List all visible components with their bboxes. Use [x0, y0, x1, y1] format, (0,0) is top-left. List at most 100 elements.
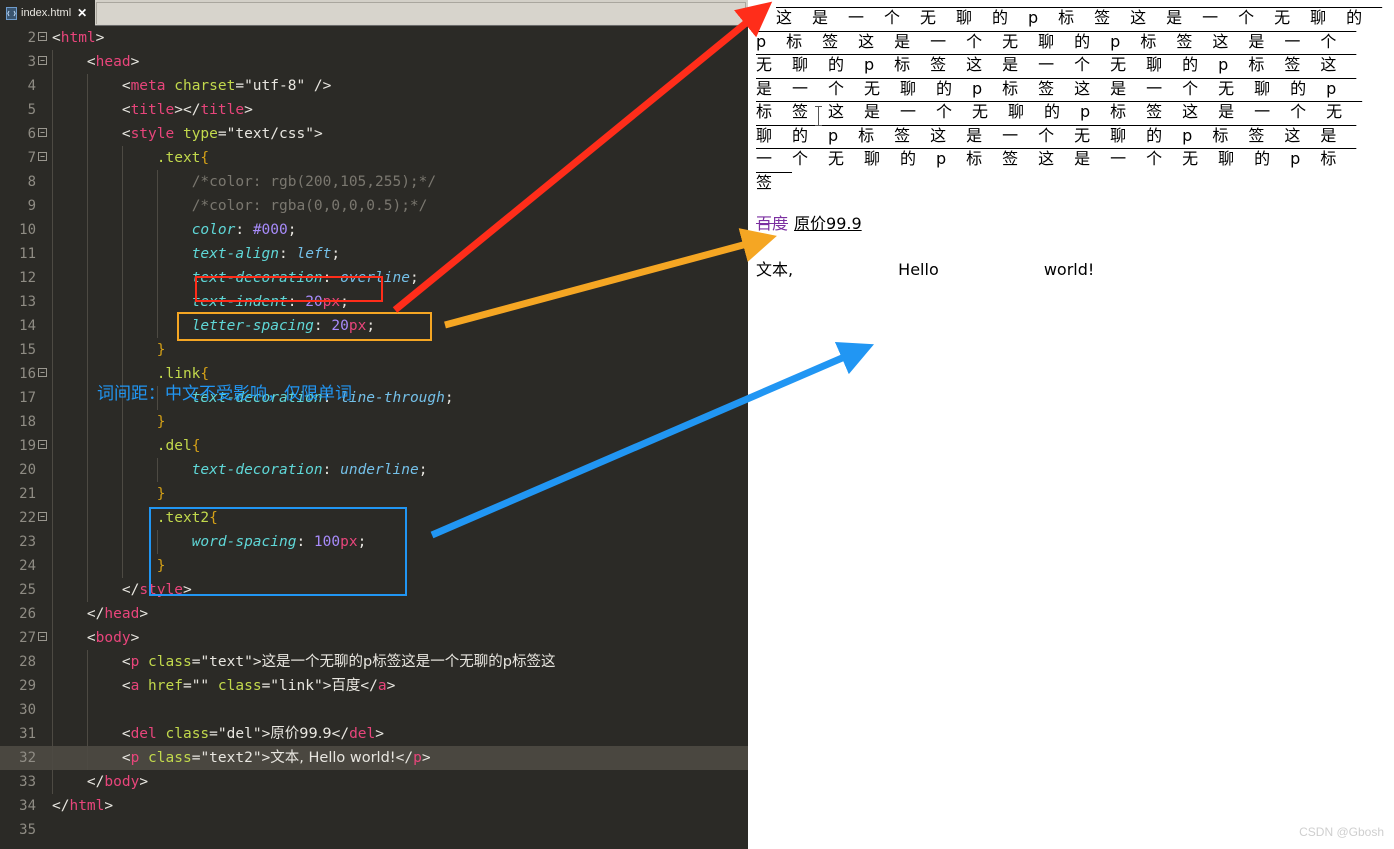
- code-line[interactable]: 29 <a href="" class="link">百度</a>: [0, 674, 748, 698]
- code-line[interactable]: 18 }: [0, 410, 748, 434]
- code-lines-container[interactable]: 2− <html> 3− <head> 4 <meta charset="utf-8"…: [0, 26, 748, 849]
- code-fold-toggle-icon[interactable]: −: [38, 56, 47, 65]
- browser-render-pane: 这是一个无聊的p标签这是一个无聊的p标签这是一个无聊的p标签这是一个无聊的p标签…: [748, 0, 1394, 849]
- line-number: 12: [19, 270, 36, 286]
- code-line[interactable]: 33 </body>: [0, 770, 748, 794]
- code-fold-toggle-icon[interactable]: −: [38, 128, 47, 137]
- code-line[interactable]: 34 </html>: [0, 794, 748, 818]
- line-number: 9: [27, 198, 36, 214]
- code-line[interactable]: 24 }: [0, 554, 748, 578]
- line-number: 33: [19, 774, 36, 790]
- code-line-text: .text2{: [156, 510, 218, 526]
- editor-tab-label: index.html: [21, 6, 72, 19]
- code-line-text: </head>: [86, 606, 149, 622]
- code-fold-toggle-icon[interactable]: −: [38, 368, 47, 377]
- line-number: 5: [27, 102, 36, 118]
- rendered-link-baidu[interactable]: 百度: [756, 214, 788, 233]
- code-line[interactable]: 3− <head>: [0, 50, 748, 74]
- code-line-text: <p class="text2">文本, Hello world!</p>: [121, 750, 431, 766]
- code-line-text: <style type="text/css">: [121, 126, 323, 142]
- code-line-text: .del{: [156, 438, 201, 454]
- code-fold-toggle-icon[interactable]: −: [38, 152, 47, 161]
- code-line-text: <p class="text">这是一个无聊的p标签这是一个无聊的p标签这: [121, 654, 556, 670]
- line-number: 25: [19, 582, 36, 598]
- indent-guide: [52, 698, 53, 722]
- code-line[interactable]: 11 text-align: left;: [0, 242, 748, 266]
- rendered-del-price: 原价99.9: [794, 214, 862, 233]
- code-line-text: /*color: rgb(200,105,255);*/: [191, 174, 437, 190]
- code-fold-toggle-icon[interactable]: −: [38, 632, 47, 641]
- code-line[interactable]: 25 </style>: [0, 578, 748, 602]
- code-line-text: text-indent: 20px;: [191, 294, 349, 310]
- code-line[interactable]: 19− .del{: [0, 434, 748, 458]
- code-line-text: </body>: [86, 774, 149, 790]
- editor-tab-index-html[interactable]: index.html ✕: [0, 0, 95, 26]
- code-line-text: <del class="del">原价99.9</del>: [121, 726, 384, 742]
- code-line[interactable]: 9 /*color: rgba(0,0,0,0.5);*/: [0, 194, 748, 218]
- code-line-text: }: [156, 342, 166, 358]
- code-line[interactable]: 4 <meta charset="utf-8" />: [0, 74, 748, 98]
- code-line[interactable]: 26 </head>: [0, 602, 748, 626]
- tab-bar-empty-area: [96, 2, 746, 24]
- code-line[interactable]: 21 }: [0, 482, 748, 506]
- line-number: 26: [19, 606, 36, 622]
- code-line[interactable]: 35: [0, 818, 748, 842]
- code-line-text: text-decoration: underline;: [191, 462, 428, 478]
- line-number: 16: [19, 366, 36, 382]
- line-number: 13: [19, 294, 36, 310]
- code-line-text: <head>: [86, 54, 140, 70]
- line-number: 4: [27, 78, 36, 94]
- code-fold-toggle-icon[interactable]: −: [38, 512, 47, 521]
- code-line[interactable]: 27− <body>: [0, 626, 748, 650]
- code-line-text: }: [156, 558, 166, 574]
- code-line[interactable]: 8 /*color: rgb(200,105,255);*/: [0, 170, 748, 194]
- line-number: 27: [19, 630, 36, 646]
- line-number: 3: [27, 54, 36, 70]
- code-line[interactable]: 15 }: [0, 338, 748, 362]
- line-number: 34: [19, 798, 36, 814]
- line-number: 10: [19, 222, 36, 238]
- code-line[interactable]: 2− <html>: [0, 26, 748, 50]
- line-number: 23: [19, 534, 36, 550]
- line-number: 7: [27, 150, 36, 166]
- code-line-text: }: [156, 486, 166, 502]
- line-number: 28: [19, 654, 36, 670]
- code-line[interactable]: 30: [0, 698, 748, 722]
- line-number: 35: [19, 822, 36, 838]
- line-number: 11: [19, 246, 36, 262]
- line-number: 29: [19, 678, 36, 694]
- code-fold-toggle-icon[interactable]: −: [38, 32, 47, 41]
- code-line-text: <body>: [86, 630, 140, 646]
- code-line-text: text-align: left;: [191, 246, 341, 262]
- code-line[interactable]: 23 word-spacing: 100px;: [0, 530, 748, 554]
- line-number: 2: [27, 30, 36, 46]
- html-file-icon: [6, 6, 17, 20]
- code-line[interactable]: 20 text-decoration: underline;: [0, 458, 748, 482]
- code-line[interactable]: 13 text-indent: 20px;: [0, 290, 748, 314]
- code-line[interactable]: 32 <p class="text2">文本, Hello world!</p>: [0, 746, 748, 770]
- line-number: 21: [19, 486, 36, 502]
- code-line[interactable]: 6− <style type="text/css">: [0, 122, 748, 146]
- line-number: 17: [19, 390, 36, 406]
- editor-tab-bar: index.html ✕: [0, 0, 748, 26]
- code-line[interactable]: 10 color: #000;: [0, 218, 748, 242]
- indent-guide: [87, 698, 88, 722]
- close-icon[interactable]: ✕: [77, 7, 87, 19]
- line-number: 19: [19, 438, 36, 454]
- rendered-paragraph-text2: 文本, Hello world!: [756, 260, 1095, 279]
- code-line[interactable]: 22− .text2{: [0, 506, 748, 530]
- code-line[interactable]: 5 <title></title>: [0, 98, 748, 122]
- code-fold-toggle-icon[interactable]: −: [38, 440, 47, 449]
- code-line-text: color: #000;: [191, 222, 297, 238]
- code-line[interactable]: 12 text-decoration: overline;: [0, 266, 748, 290]
- csdn-watermark: CSDN @Gbosh: [1299, 825, 1384, 839]
- code-line-text: /*color: rgba(0,0,0,0.5);*/: [191, 198, 428, 214]
- code-line[interactable]: 28 <p class="text">这是一个无聊的p标签这是一个无聊的p标签这: [0, 650, 748, 674]
- code-line-text: <meta charset="utf-8" />: [121, 78, 332, 94]
- rendered-links-line: 百度 原价99.9: [756, 210, 1386, 234]
- line-number: 32: [19, 750, 36, 766]
- code-line[interactable]: 14 letter-spacing: 20px;: [0, 314, 748, 338]
- code-line[interactable]: 31 <del class="del">原价99.9</del>: [0, 722, 748, 746]
- line-number: 24: [19, 558, 36, 574]
- code-line[interactable]: 7− .text{: [0, 146, 748, 170]
